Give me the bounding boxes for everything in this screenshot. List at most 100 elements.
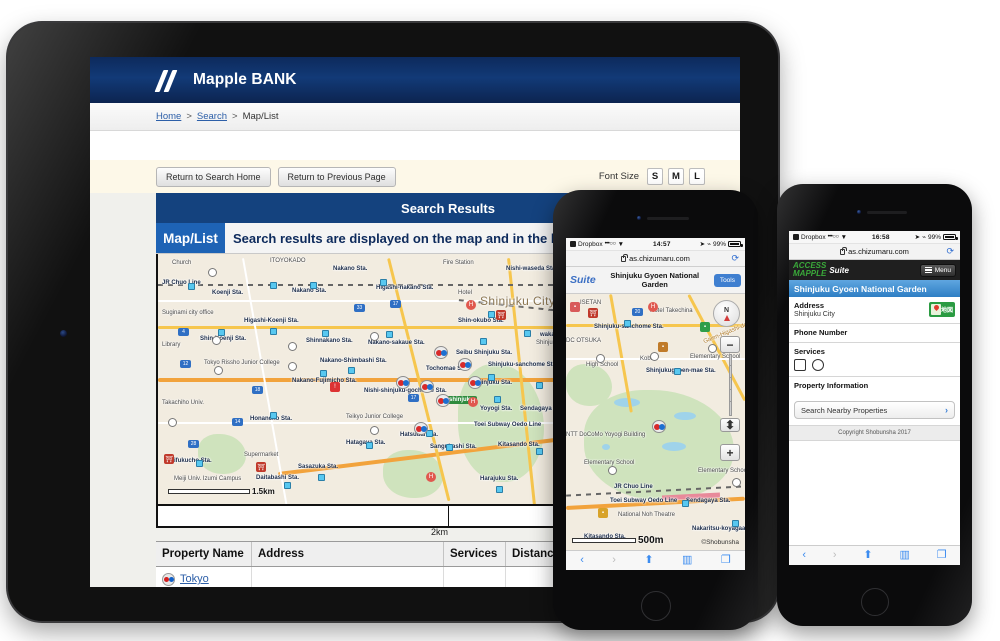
font-size-medium-button[interactable]: M [668, 168, 684, 185]
map-result-cluster[interactable] [434, 346, 448, 359]
map-station-marker [536, 382, 543, 389]
map-chip-button[interactable]: 地図 [929, 302, 955, 317]
compass-north-label: N [723, 306, 730, 314]
phone-right-url-bar[interactable]: as.chizumaru.com ⟳ [789, 244, 960, 260]
phone-center-home-button[interactable] [640, 591, 671, 621]
cell-address [252, 567, 444, 587]
tabs-icon[interactable]: ❐ [721, 555, 731, 566]
breadcrumb-home[interactable]: Home [156, 111, 181, 122]
map-result-cluster[interactable] [436, 394, 450, 407]
book-icon[interactable]: ▥ [682, 555, 692, 566]
map-poi-yellow: ▪ [598, 508, 608, 518]
search-nearby-properties-button[interactable]: Search Nearby Properties › [794, 401, 955, 419]
book-icon[interactable]: ▥ [899, 550, 909, 561]
compass-control[interactable]: N [713, 300, 740, 327]
map-poi-hotel: H [426, 472, 436, 482]
phone-right-speaker [867, 211, 907, 214]
breadcrumb-current: Map/List [242, 111, 279, 122]
phone-right-home-button[interactable] [860, 588, 889, 616]
map-label-nishi-shinjuku-gochome: Nishi-shinjuku-gochome Sta. [364, 388, 447, 394]
map-station-marker [320, 370, 327, 377]
column-header-services: Services [444, 542, 506, 566]
map-water [674, 412, 696, 420]
font-size-label: Font Size [598, 171, 639, 182]
zoom-level-handle[interactable]: ⬍ [720, 418, 740, 432]
map-label-teikyo: Teikyo Junior College [346, 414, 404, 420]
font-size-control: Font Size S M L [599, 168, 705, 185]
phone-center-front-camera [637, 216, 641, 220]
breadcrumb-search[interactable]: Search [197, 111, 227, 122]
map-result-cluster[interactable] [458, 358, 472, 371]
services-icon-list [794, 359, 955, 371]
map-label-itoyokado: ITOYOKADO [270, 258, 306, 264]
phone-center-map-canvas[interactable]: ISETAN Hotel Takechina Shinjuku-sanchome… [566, 294, 745, 550]
map-inner-scalebar: 1.5km [168, 487, 275, 496]
zoom-in-button[interactable]: + [720, 444, 740, 461]
phone-center-app-bar: Suite Shinjuku Gyoen National Garden Too… [566, 267, 745, 294]
reload-icon[interactable]: ⟳ [731, 253, 739, 264]
map-copyright: ©Shobunsha [701, 539, 739, 546]
map-label-isetan: ISETAN [580, 300, 602, 306]
map-park-west [198, 434, 246, 474]
share-icon[interactable]: ⬆ [863, 550, 872, 561]
services-heading: Services [794, 347, 825, 356]
map-poi-amber: ▪ [658, 342, 668, 352]
map-route-shield: 17 [408, 394, 419, 402]
map-route-shield: 4 [178, 328, 189, 336]
map-label-koenji: Koenji Sta. [212, 290, 244, 296]
chevron-right-icon: › [945, 405, 948, 415]
map-station-marker [682, 500, 689, 507]
back-icon[interactable]: ‹ [580, 555, 584, 566]
status-left-group: Dropbox •••○○ ▼ [570, 241, 624, 248]
map-result-cluster[interactable] [396, 376, 410, 389]
map-label-shin-koenji: Shin-Koenji Sta. [200, 336, 247, 342]
return-to-previous-page-button[interactable]: Return to Previous Page [277, 166, 396, 187]
battery-icon [943, 234, 958, 240]
map-station-marker [318, 474, 325, 481]
logo-mapple-text: MAPPLE [793, 269, 827, 278]
map-station-marker [284, 482, 291, 489]
compass-needle-icon [723, 314, 730, 321]
battery-percent: 99% [927, 233, 941, 241]
map-result-cluster[interactable] [420, 380, 434, 393]
forward-icon[interactable]: › [833, 550, 837, 561]
back-icon[interactable]: ‹ [802, 550, 806, 561]
map-label-nakano: Nakano Sta. [292, 288, 327, 294]
reload-icon[interactable]: ⟳ [946, 246, 954, 257]
map-route-shield: 12 [180, 360, 191, 368]
menu-button[interactable]: Menu [919, 263, 956, 277]
map-poi-green: ▪ [700, 322, 710, 332]
map-label-nakano-fujimicho: Nakano-Fujimicho Sta. [292, 378, 357, 384]
tab-map-list[interactable]: Map/List [156, 223, 225, 253]
map-poi [650, 352, 659, 361]
zoom-slider[interactable] [729, 354, 732, 416]
poi-title-bar: Shinjuku Gyoen National Garden [789, 280, 960, 297]
map-station-marker [488, 374, 495, 381]
map-station-marker [524, 330, 531, 337]
phone-center-url-bar[interactable]: as.chizumaru.com ⟳ [566, 251, 745, 267]
forward-icon[interactable]: › [612, 555, 616, 566]
location-arrow-icon: ➤ [699, 241, 706, 248]
phone-right-screen: Dropbox •••○○ ▼ 16:58 ➤ ⌁ 99% as.chizuma… [789, 231, 960, 565]
map-route-shield: 17 [390, 300, 401, 308]
map-result-cluster[interactable] [652, 420, 666, 433]
cell-property-name: Tokyo [156, 567, 252, 587]
map-poi [212, 336, 221, 345]
tools-button[interactable]: Tools [713, 273, 741, 287]
return-to-search-home-button[interactable]: Return to Search Home [156, 166, 271, 187]
tablet-front-camera [60, 330, 67, 337]
map-label-high-school: High School [586, 362, 619, 368]
property-name-link[interactable]: Tokyo [180, 573, 209, 585]
menu-label: Menu [934, 266, 951, 274]
lock-icon [621, 253, 629, 262]
share-icon[interactable]: ⬆ [644, 555, 653, 566]
tabs-icon[interactable]: ❐ [937, 550, 947, 561]
map-station-marker [218, 329, 225, 336]
zoom-out-button[interactable]: − [720, 336, 740, 353]
section-services: Services [789, 343, 960, 377]
font-size-large-button[interactable]: L [689, 168, 705, 185]
map-result-cluster[interactable] [414, 422, 428, 435]
map-result-cluster[interactable] [468, 376, 482, 389]
font-size-small-button[interactable]: S [647, 168, 663, 185]
site-header: Mapple BANK [90, 57, 740, 103]
